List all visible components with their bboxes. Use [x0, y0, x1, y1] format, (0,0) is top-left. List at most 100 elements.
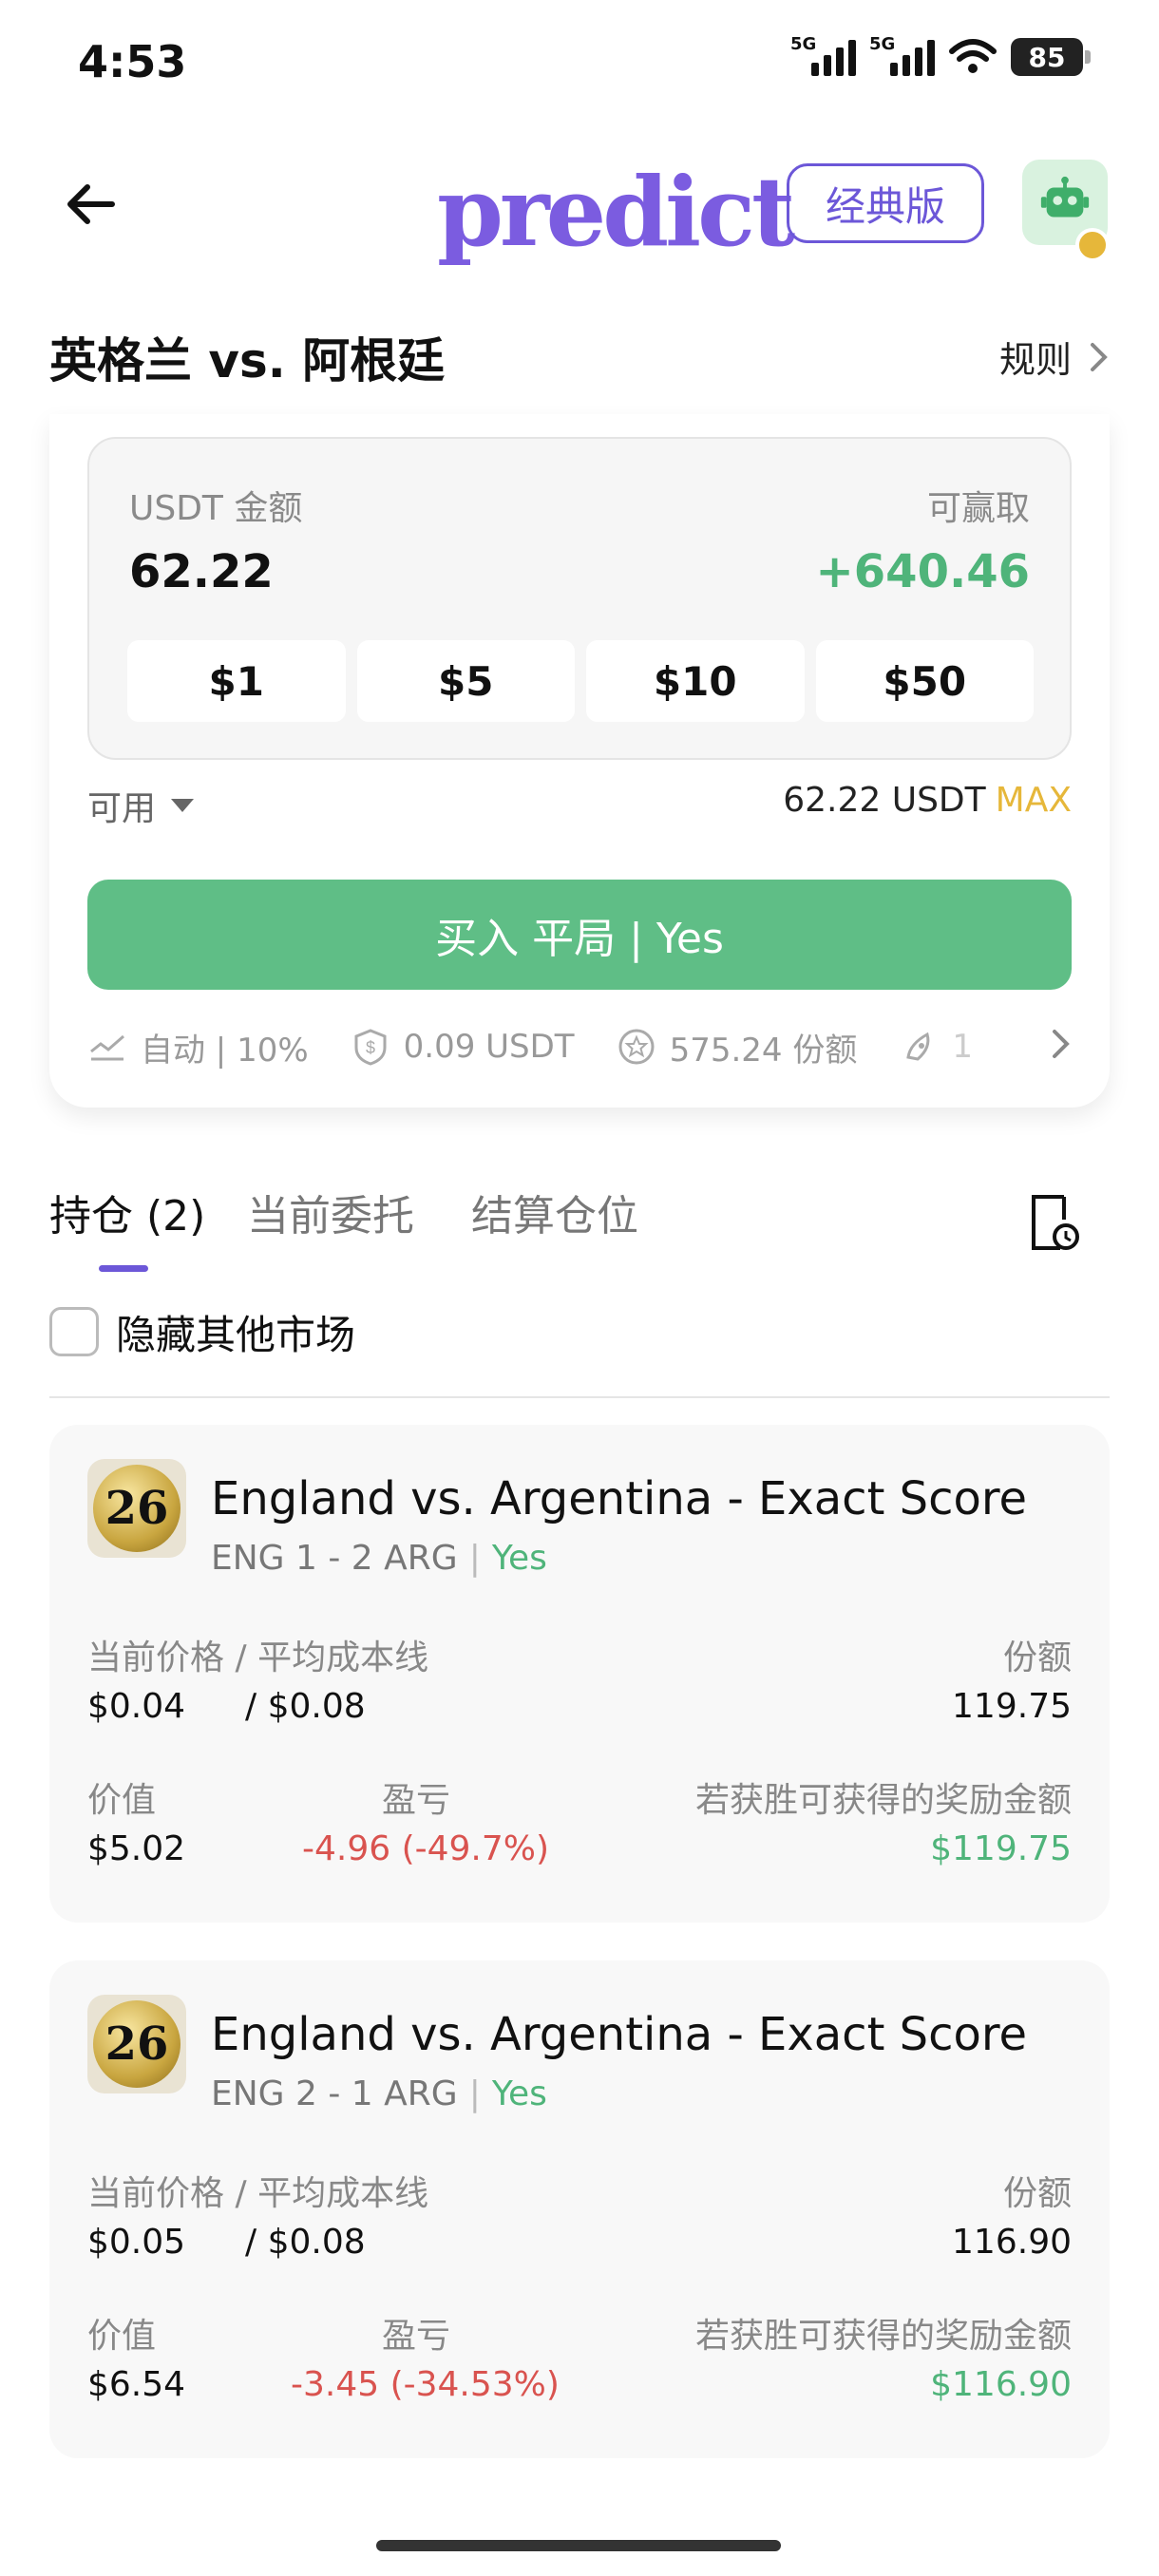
slippage-item: 自动 | 10%	[87, 1024, 309, 1070]
match-title: 英格兰 vs. 阿根廷	[49, 333, 446, 388]
signal-icon-2: 5G	[869, 34, 935, 76]
shares-label: 份额	[1002, 1638, 1072, 1677]
active-tab-indicator	[99, 1265, 148, 1272]
shield-dollar-icon: $	[354, 1029, 387, 1066]
reward-label: 若获胜可获得的奖励金额	[694, 2317, 1072, 2356]
price-separator: /	[235, 1638, 247, 1677]
win-label: 可赢取	[926, 489, 1030, 528]
current-price-value: $0.04	[87, 1687, 186, 1726]
reward-value: $119.75	[930, 1829, 1072, 1868]
value-label: 价值	[87, 2317, 157, 2356]
available-value: 62.22 USDT	[783, 781, 986, 820]
available-row: 可用 62.22 USDT MAX	[87, 781, 1072, 828]
extra-item: 1	[899, 1027, 973, 1067]
current-price-label: 当前价格 / 平均成本线	[87, 1630, 428, 1679]
quick-amount-row: $1 $5 $10 $50	[127, 640, 1034, 722]
status-time: 4:53	[78, 36, 187, 87]
shares-value: 575.24 份额	[669, 1031, 858, 1070]
value-value: $5.02	[87, 1829, 186, 1868]
available-balance: 62.22 USDT MAX	[783, 781, 1072, 820]
rules-link[interactable]: 规则	[999, 331, 1110, 383]
caret-down-icon	[171, 799, 195, 812]
value-value: $6.54	[87, 2365, 186, 2404]
chevron-right-icon	[1091, 342, 1108, 371]
value-label: 价值	[87, 1781, 157, 1820]
tab-positions[interactable]: 持仓 (2)	[49, 1182, 205, 1242]
quick-amount-button[interactable]: $5	[356, 640, 575, 722]
fee-value: 0.09 USDT	[403, 1028, 575, 1066]
status-icons: 5G 5G 85	[790, 34, 1091, 76]
signal-icon: 5G	[790, 34, 856, 76]
chevron-right-icon[interactable]	[1051, 1028, 1072, 1060]
top-nav: predict 经典版	[0, 142, 1159, 268]
order-meta-row[interactable]: 自动 | 10% $ 0.09 USDT 575.24 份额 1	[87, 1018, 1091, 1075]
amount-label: USDT 金额	[129, 489, 303, 528]
slippage-value: 自动 | 10%	[141, 1031, 309, 1070]
reward-value: $116.90	[930, 2365, 1072, 2404]
market-badge: 26	[93, 2000, 180, 2088]
quick-amount-button[interactable]: $10	[586, 640, 805, 722]
robot-badge-icon	[1075, 228, 1110, 262]
predict-logo: predict	[437, 156, 795, 268]
pnl-label: 盈亏	[382, 2317, 451, 2356]
position-market: ENG 1 - 2 ARG	[211, 1539, 458, 1578]
avg-cost-value: / $0.08	[245, 2223, 366, 2262]
amount-input[interactable]: 62.22	[129, 545, 274, 598]
svg-text:$: $	[366, 1038, 375, 1057]
robot-icon	[1040, 176, 1090, 218]
star-circle-icon	[618, 1029, 655, 1065]
hide-other-markets-row[interactable]: 隐藏其他市场	[49, 1303, 355, 1360]
current-price-label-text: 当前价格	[87, 2174, 225, 2213]
order-card: USDT 金额 可赢取 62.22 +640.46 $1 $5 $10 $50 …	[49, 414, 1110, 1108]
shares-value: 119.75	[952, 1687, 1072, 1726]
win-value: +640.46	[815, 545, 1030, 598]
fee-item: $ 0.09 USDT	[351, 1027, 575, 1067]
divider	[49, 1396, 1110, 1398]
position-title: England vs. Argentina - Exact Score	[211, 2008, 1028, 2061]
amount-box: USDT 金额 可赢取 62.22 +640.46 $1 $5 $10 $50	[87, 437, 1072, 760]
network-type-label: 5G	[790, 34, 817, 54]
match-header: 英格兰 vs. 阿根廷 规则	[0, 313, 1159, 399]
current-price-label-text: 当前价格	[87, 1638, 225, 1677]
quick-amount-button[interactable]: $50	[815, 640, 1034, 722]
hide-other-markets-checkbox[interactable]	[49, 1307, 99, 1356]
shares-item: 575.24 份额	[617, 1024, 858, 1070]
current-price-label: 当前价格 / 平均成本线	[87, 2166, 428, 2215]
back-arrow-icon[interactable]	[59, 171, 125, 237]
tab-open-orders[interactable]: 当前委托	[247, 1182, 414, 1242]
chart-line-icon	[90, 1034, 124, 1061]
buy-button[interactable]: 买入 平局 | Yes	[87, 880, 1072, 990]
pnl-value: -4.96 (-49.7%)	[302, 1829, 550, 1868]
price-separator: /	[235, 2174, 247, 2213]
pnl-label: 盈亏	[382, 1781, 451, 1820]
history-icon[interactable]	[1026, 1191, 1083, 1254]
available-label: 可用	[87, 789, 157, 828]
position-card[interactable]: 26 England vs. Argentina - Exact Score E…	[49, 1425, 1110, 1923]
extra-value: 1	[952, 1028, 973, 1066]
position-outcome: Yes	[491, 1539, 547, 1578]
network-type-label-2: 5G	[869, 34, 896, 54]
avg-cost-label: 平均成本线	[257, 2174, 429, 2213]
tab-settled-positions[interactable]: 结算仓位	[471, 1182, 638, 1242]
quick-amount-button[interactable]: $1	[127, 640, 346, 722]
market-thumbnail: 26	[87, 1995, 186, 2093]
position-subtitle: ENG 2 - 1 ARG | Yes	[211, 2074, 547, 2113]
reward-label: 若获胜可获得的奖励金额	[694, 1781, 1072, 1820]
classic-version-button[interactable]: 经典版	[787, 163, 984, 243]
position-card[interactable]: 26 England vs. Argentina - Exact Score E…	[49, 1960, 1110, 2458]
pnl-value: -3.45 (-34.53%)	[291, 2365, 560, 2404]
rules-label: 规则	[998, 339, 1072, 381]
home-indicator	[376, 2540, 781, 2551]
max-button[interactable]: MAX	[996, 781, 1072, 820]
market-thumbnail: 26	[87, 1459, 186, 1558]
position-outcome: Yes	[491, 2074, 547, 2113]
market-badge: 26	[93, 1465, 180, 1552]
available-dropdown[interactable]: 可用	[87, 781, 195, 830]
position-title: England vs. Argentina - Exact Score	[211, 1472, 1028, 1525]
position-subtitle: ENG 1 - 2 ARG | Yes	[211, 1539, 547, 1578]
shares-label: 份额	[1002, 2174, 1072, 2213]
hide-other-markets-label: 隐藏其他市场	[116, 1311, 356, 1358]
position-market: ENG 2 - 1 ARG	[211, 2074, 458, 2113]
rocket-icon	[906, 1032, 930, 1061]
positions-tabs: 持仓 (2) 当前委托 结算仓位	[49, 1182, 1110, 1277]
